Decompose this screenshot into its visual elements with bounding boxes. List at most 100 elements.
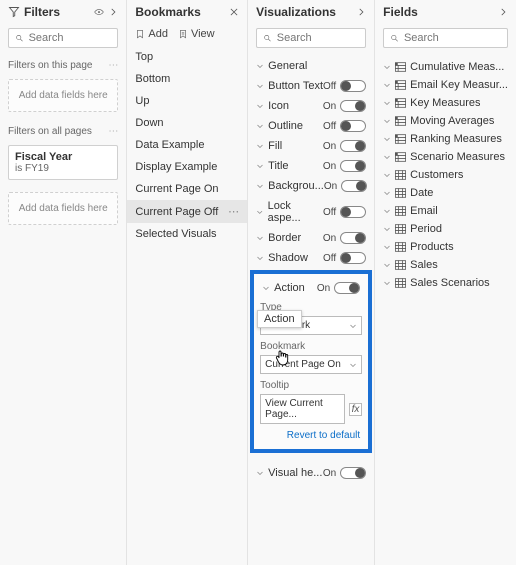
bookmark-item[interactable]: Bottom — [127, 68, 247, 90]
toggle-text: Off — [323, 207, 336, 218]
table-icon — [395, 224, 406, 234]
chevron-down-icon — [349, 322, 357, 330]
format-row[interactable]: BorderOn — [248, 228, 374, 248]
field-label: Sales Scenarios — [410, 277, 490, 289]
bookmark-item[interactable]: Data Example — [127, 134, 247, 156]
field-item[interactable]: Key Measures — [375, 94, 516, 112]
toggle-switch[interactable] — [341, 180, 367, 192]
toggle-switch[interactable] — [340, 80, 366, 92]
visualizations-pane: Visualizations GeneralButton TextOffIcon… — [248, 0, 375, 565]
field-item[interactable]: Customers — [375, 166, 516, 184]
bookmark-item[interactable]: Down — [127, 112, 247, 134]
field-item[interactable]: Sales Scenarios — [375, 274, 516, 292]
toggle-text: On — [323, 101, 336, 112]
filter-card-fiscal-year[interactable]: Fiscal Year is FY19 — [8, 145, 118, 180]
format-action-section: Action On Type Bookmark Bookmark Current… — [250, 270, 372, 453]
viz-search[interactable] — [256, 28, 366, 48]
field-item[interactable]: Sales — [375, 256, 516, 274]
format-label: Outline — [268, 120, 303, 132]
chevron-down-icon — [383, 99, 391, 107]
toggle-switch[interactable] — [340, 252, 366, 264]
action-tooltip-input[interactable]: View Current Page... — [260, 394, 345, 424]
chevron-right-icon[interactable] — [108, 7, 118, 17]
format-row[interactable]: General — [248, 56, 374, 76]
field-label: Scenario Measures — [410, 151, 505, 163]
chevron-down-icon[interactable] — [262, 284, 270, 292]
chevron-down-icon — [383, 117, 391, 125]
field-item[interactable]: Email Key Measur... — [375, 76, 516, 94]
format-row[interactable]: Backgrou...On — [248, 176, 374, 196]
filters-search-input[interactable] — [29, 32, 112, 44]
chevron-down-icon — [256, 182, 264, 190]
bookmarks-list: TopBottomUpDownData ExampleDisplay Examp… — [127, 46, 247, 245]
bookmarks-view-button[interactable]: View — [178, 28, 215, 40]
chevron-down-icon — [383, 279, 391, 287]
field-item[interactable]: Email — [375, 202, 516, 220]
action-tooltip-label: Tooltip — [260, 380, 362, 391]
field-item[interactable]: Period — [375, 220, 516, 238]
toggle-switch[interactable] — [340, 232, 366, 244]
field-label: Period — [410, 223, 442, 235]
filters-page-dropzone[interactable]: Add data fields here — [8, 79, 118, 112]
filters-search[interactable] — [8, 28, 118, 48]
bookmark-item[interactable]: Current Page On — [127, 178, 247, 200]
chevron-down-icon — [383, 243, 391, 251]
field-item[interactable]: Cumulative Meas... — [375, 58, 516, 76]
visual-header-toggle[interactable] — [340, 467, 366, 479]
format-row[interactable]: IconOn — [248, 96, 374, 116]
field-item[interactable]: Products — [375, 238, 516, 256]
format-label: Lock aspe... — [268, 200, 323, 224]
toggle-switch[interactable] — [340, 160, 366, 172]
fields-search-input[interactable] — [404, 32, 501, 44]
bookmarks-toolbar: Add View — [127, 24, 247, 46]
action-toggle[interactable] — [334, 282, 360, 294]
filter-card-field: Fiscal Year — [15, 151, 111, 163]
fields-search[interactable] — [383, 28, 508, 48]
bookmarks-pane: Bookmarks Add View TopBottomUpDownData E… — [127, 0, 248, 565]
field-item[interactable]: Moving Averages — [375, 112, 516, 130]
format-row[interactable]: ShadowOff — [248, 248, 374, 268]
bookmark-more-icon[interactable]: ⋯ — [228, 205, 239, 218]
field-label: Products — [410, 241, 453, 253]
revert-to-default-link[interactable]: Revert to default — [262, 430, 360, 441]
chevron-right-icon[interactable] — [498, 7, 508, 17]
field-item[interactable]: Ranking Measures — [375, 130, 516, 148]
format-row[interactable]: OutlineOff — [248, 116, 374, 136]
bookmark-item[interactable]: Current Page Off⋯ — [127, 200, 247, 223]
format-row[interactable]: FillOn — [248, 136, 374, 156]
format-row[interactable]: Lock aspe...Off — [248, 196, 374, 228]
field-item[interactable]: Scenario Measures — [375, 148, 516, 166]
field-item[interactable]: Date — [375, 184, 516, 202]
table-icon — [395, 260, 406, 270]
chevron-down-icon — [383, 189, 391, 197]
bookmark-item[interactable]: Selected Visuals — [127, 223, 247, 245]
eye-icon[interactable] — [94, 7, 104, 17]
chevron-down-icon — [256, 208, 263, 216]
close-icon[interactable] — [229, 7, 239, 17]
toggle-switch[interactable] — [340, 100, 366, 112]
field-label: Ranking Measures — [410, 133, 502, 145]
toggle-switch[interactable] — [340, 206, 366, 218]
bookmark-item[interactable]: Top — [127, 46, 247, 68]
bookmark-item[interactable]: Up — [127, 90, 247, 112]
format-row[interactable]: Button TextOff — [248, 76, 374, 96]
toggle-switch[interactable] — [340, 140, 366, 152]
viz-search-input[interactable] — [277, 32, 359, 44]
measure-table-icon — [395, 62, 406, 72]
fields-pane: Fields Cumulative Meas...Email Key Measu… — [375, 0, 516, 565]
chevron-right-icon[interactable] — [356, 7, 366, 17]
bookmarks-add-button[interactable]: Add — [135, 28, 168, 40]
chevron-down-icon[interactable] — [256, 469, 264, 477]
toggle-switch[interactable] — [340, 120, 366, 132]
chevron-down-icon — [256, 234, 264, 242]
action-tooltip-fx-button[interactable]: fx — [349, 403, 362, 416]
filters-all-dropzone[interactable]: Add data fields here — [8, 192, 118, 225]
format-label: Shadow — [268, 252, 308, 264]
measure-table-icon — [395, 80, 406, 90]
toggle-text: On — [324, 181, 337, 192]
bookmark-item[interactable]: Display Example — [127, 156, 247, 178]
chevron-down-icon — [349, 361, 357, 369]
format-row[interactable]: TitleOn — [248, 156, 374, 176]
field-label: Key Measures — [410, 97, 480, 109]
toggle-text: On — [323, 161, 336, 172]
